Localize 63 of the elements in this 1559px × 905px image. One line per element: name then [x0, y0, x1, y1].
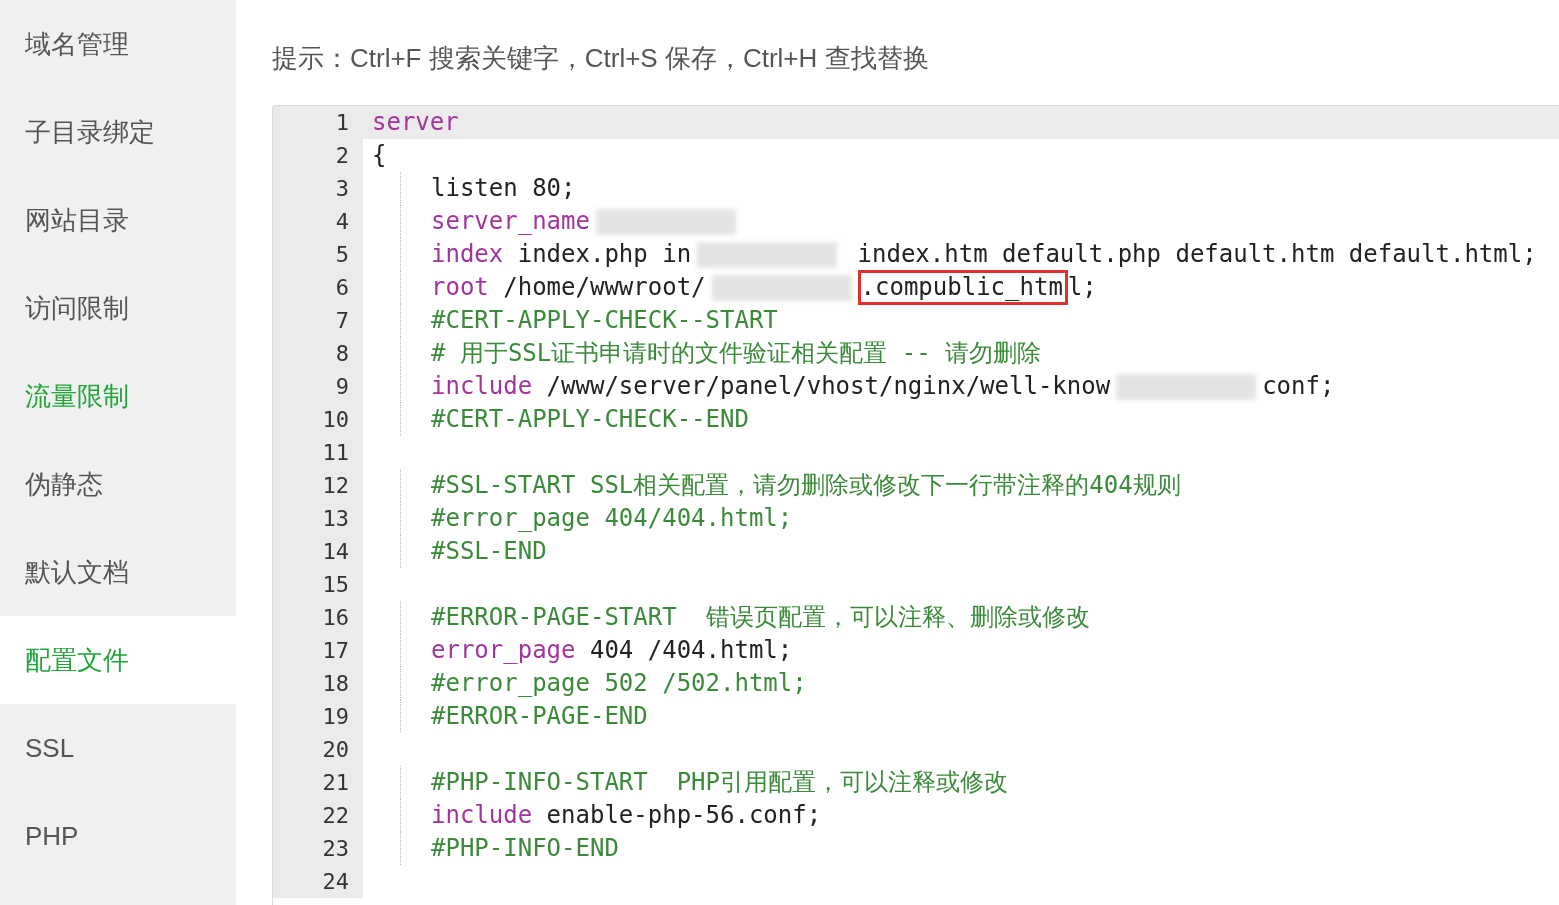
code-text: #error_page 502 /502.html;	[431, 668, 807, 699]
code-text: index.htm default.php default.htm default.html;	[856, 239, 1537, 270]
code-text: #PHP-INFO-START PHP引用配置，可以注释或修改	[431, 767, 1008, 798]
sidebar-item[interactable]: 访问限制	[0, 264, 236, 352]
code-text: include	[431, 800, 533, 831]
code-text: #SSL-START SSL相关配置，请勿删除或修改下一行带注释的404规则	[431, 470, 1181, 501]
code-text: #PHP-INFO-END	[431, 833, 619, 864]
line-number: 7	[335, 308, 349, 333]
code-text: #SSL-END	[431, 536, 547, 567]
sidebar-item[interactable]: SSL	[0, 704, 236, 792]
line-number: 3	[335, 176, 349, 201]
code-text: conf;	[1262, 371, 1335, 402]
code-text: l;	[1067, 272, 1097, 303]
sidebar-item[interactable]: 域名管理	[0, 0, 236, 88]
line-number: 13	[322, 506, 349, 531]
line-number: 5	[335, 242, 349, 267]
line-number: 12	[322, 473, 349, 498]
code-text: listen 80;	[431, 173, 576, 204]
boxed-code-text: .compublic_htm	[857, 270, 1068, 305]
code-text: enable-php-56.conf;	[545, 800, 822, 831]
line-number: 16	[322, 605, 349, 630]
line-number: 10	[322, 407, 349, 432]
code-text: # 用于SSL证书申请时的文件验证相关配置 -- 请勿删除	[431, 338, 1042, 369]
sidebar-item[interactable]: 子目录绑定	[0, 88, 236, 176]
code-text: include	[431, 371, 533, 402]
line-number: 15	[322, 572, 349, 597]
line-number: 23	[322, 836, 349, 861]
line-number: 9	[335, 374, 349, 399]
code-editor[interactable]	[272, 105, 1559, 905]
code-text: server_name	[431, 206, 590, 237]
line-number: 19	[322, 704, 349, 729]
sidebar-item[interactable]: PHP	[0, 792, 236, 880]
line-number: 24	[322, 869, 349, 894]
code-text: index	[431, 239, 504, 270]
code-text: #CERT-APPLY-CHECK--END	[431, 404, 749, 435]
line-number: 22	[322, 803, 349, 828]
line-number: 20	[322, 737, 349, 762]
line-number: 11	[322, 440, 349, 465]
code-text: #ERROR-PAGE-END	[431, 701, 648, 732]
line-number: 14	[322, 539, 349, 564]
line-number: 2	[335, 143, 349, 168]
hint-text: 提示：Ctrl+F 搜索关键字，Ctrl+S 保存，Ctrl+H 查找替换	[272, 42, 930, 75]
line-number: 18	[322, 671, 349, 696]
code-text: server	[372, 107, 459, 138]
line-number: 8	[335, 341, 349, 366]
code-text: /home/wwwroot/	[502, 272, 706, 303]
code-text: /www/server/panel/vhost/nginx/well-know	[545, 371, 1111, 402]
code-text: index.php in	[516, 239, 692, 270]
sidebar-item[interactable]: 默认文档	[0, 528, 236, 616]
code-text: error_page	[431, 635, 576, 666]
sidebar-item[interactable]: 伪静态	[0, 440, 236, 528]
line-number: 21	[322, 770, 349, 795]
code-text: #ERROR-PAGE-START 错误页配置，可以注释、删除或修改	[431, 602, 1090, 633]
line-number: 1	[335, 110, 349, 135]
line-number: 6	[335, 275, 349, 300]
sidebar-item[interactable]: 网站目录	[0, 176, 236, 264]
code-text: #CERT-APPLY-CHECK--START	[431, 305, 778, 336]
line-number: 17	[322, 638, 349, 663]
code-text: #error_page 404/404.html;	[431, 503, 793, 534]
code-text: root	[431, 272, 489, 303]
code-text: 404 /404.html;	[588, 635, 793, 666]
code-text: {	[372, 140, 387, 171]
line-number: 4	[335, 209, 349, 234]
